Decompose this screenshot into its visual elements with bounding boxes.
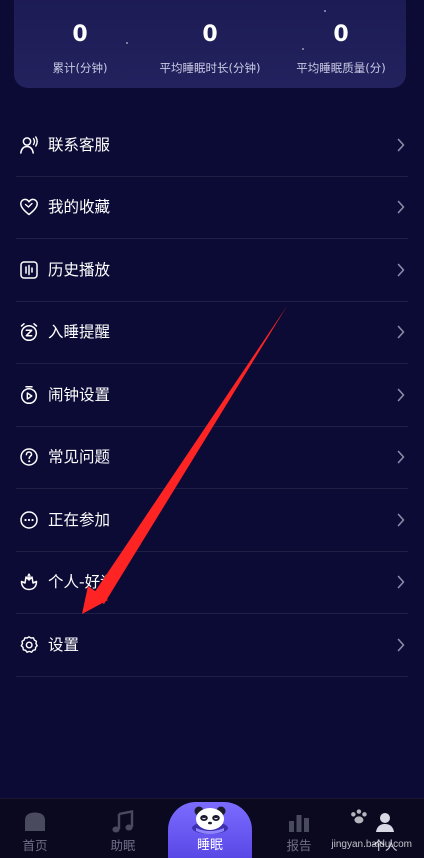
panda-icon <box>192 806 228 834</box>
menu-item-history[interactable]: 历史播放 <box>16 239 408 302</box>
stat-label: 平均睡眠时长(分钟) <box>159 61 261 75</box>
watermark-text: jingyan.baidu.com <box>331 839 412 850</box>
flower-icon <box>20 573 38 591</box>
chevron-right-icon <box>397 263 405 277</box>
stat-avg-duration: 0 平均睡眠时长(分钟) <box>145 0 275 88</box>
menu-item-participating[interactable]: 正在参加 <box>16 489 408 552</box>
music-note-icon <box>112 810 134 833</box>
tab-sleep-aid[interactable]: 助眠 <box>88 799 158 858</box>
customer-service-icon <box>20 136 38 154</box>
chevron-right-icon <box>397 200 405 214</box>
menu-item-label: 设置 <box>48 635 80 654</box>
menu-item-faq[interactable]: 常见问题 <box>16 427 408 489</box>
menu-item-label: 我的收藏 <box>48 198 111 217</box>
stat-value: 0 <box>72 22 88 47</box>
chevron-right-icon <box>397 388 405 402</box>
menu-item-label: 入睡提醒 <box>48 323 111 342</box>
menu-item-sleep-reminder[interactable]: 入睡提醒 <box>16 302 408 364</box>
menu-item-label: 闹钟设置 <box>48 385 111 404</box>
stat-label: 累计(分钟) <box>52 61 108 75</box>
menu-item-label: 个人-好评 <box>48 573 116 592</box>
tab-sleep[interactable]: 睡眠 <box>168 802 252 858</box>
more-icon <box>20 511 38 529</box>
sleep-alarm-icon <box>20 323 38 342</box>
heart-icon <box>20 198 38 216</box>
alarm-clock-icon <box>20 385 38 404</box>
menu-item-favorites[interactable]: 我的收藏 <box>16 177 408 239</box>
menu-item-customer-service[interactable]: 联系客服 <box>16 114 408 177</box>
tab-label: 睡眠 <box>196 838 223 853</box>
history-icon <box>20 261 38 279</box>
menu-item-alarm-settings[interactable]: 闹钟设置 <box>16 364 408 427</box>
stat-avg-quality: 0 平均睡眠质量(分) <box>276 0 406 88</box>
chevron-right-icon <box>397 325 405 339</box>
gear-icon <box>20 635 38 653</box>
sleep-stats-card: 0 累计(分钟) 0 平均睡眠时长(分钟) 0 平均睡眠质量(分) <box>14 0 406 88</box>
home-icon <box>25 812 45 831</box>
tab-label: 首页 <box>22 838 48 853</box>
profile-page: 0 累计(分钟) 0 平均睡眠时长(分钟) 0 平均睡眠质量(分) 联系客服 我… <box>0 0 424 858</box>
settings-menu: 联系客服 我的收藏 历史播放 入睡提醒 闹钟设置 常见问题 正在参加 个人-好评… <box>0 114 424 677</box>
help-icon <box>20 448 38 466</box>
chevron-right-icon <box>397 513 405 527</box>
baidu-watermark: jingyan.baidu.com <box>306 806 416 852</box>
tab-home[interactable]: 首页 <box>0 799 70 858</box>
stat-total-minutes: 0 累计(分钟) <box>15 0 145 88</box>
menu-item-personal-review[interactable]: 个人-好评 <box>16 552 408 614</box>
stat-value: 0 <box>333 22 349 47</box>
menu-item-label: 正在参加 <box>48 510 111 529</box>
tab-label: 助眠 <box>110 838 136 853</box>
stat-value: 0 <box>202 22 218 47</box>
menu-item-settings[interactable]: 设置 <box>16 614 408 677</box>
chevron-right-icon <box>397 575 405 589</box>
chevron-right-icon <box>397 450 405 464</box>
menu-item-label: 联系客服 <box>48 135 111 154</box>
chevron-right-icon <box>397 638 405 652</box>
menu-item-label: 常见问题 <box>48 448 111 467</box>
baidu-paw-logo <box>351 809 367 824</box>
menu-item-label: 历史播放 <box>48 260 111 279</box>
stat-label: 平均睡眠质量(分) <box>296 61 386 75</box>
chevron-right-icon <box>397 138 405 152</box>
